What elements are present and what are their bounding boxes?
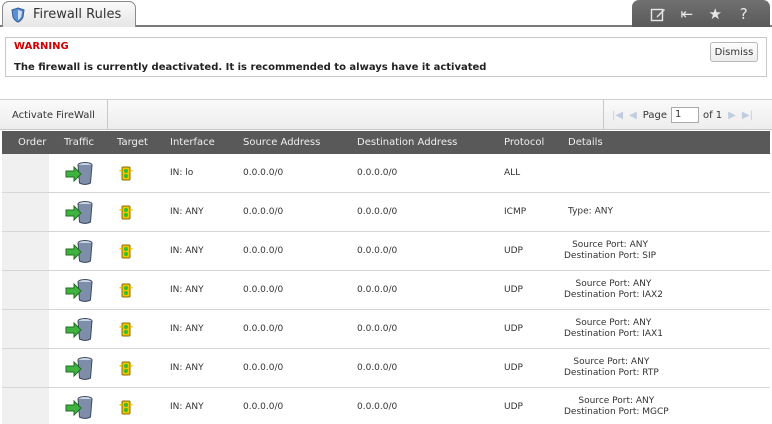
table-row[interactable]: IN: ANY 0.0.0.0/0 0.0.0.0/0 UDP Source P… <box>2 349 770 388</box>
protocol-cell: ALL <box>504 168 521 178</box>
last-page-icon[interactable]: ▶| <box>742 110 753 121</box>
order-cell <box>2 154 49 192</box>
traffic-in-icon <box>65 396 93 419</box>
page-label: Page <box>642 109 667 121</box>
traffic-in-icon <box>65 318 93 341</box>
traffic-in-icon <box>65 201 93 224</box>
interface-cell: IN: ANY <box>170 324 204 334</box>
col-details[interactable]: Details <box>568 137 603 148</box>
protocol-cell: ICMP <box>504 207 527 217</box>
accept-target-icon <box>119 322 133 337</box>
accept-target-icon <box>119 166 133 181</box>
table-row[interactable]: IN: ANY 0.0.0.0/0 0.0.0.0/0 UDP Source P… <box>2 232 770 271</box>
protocol-cell: UDP <box>504 285 523 295</box>
title-bar: Firewall Rules ⇤ ★ ? <box>0 0 772 28</box>
details-cell: Source Port: ANY Destination Port: MGCP <box>564 396 669 417</box>
order-cell <box>2 193 49 231</box>
interface-cell: IN: ANY <box>170 285 204 295</box>
order-cell <box>2 388 49 424</box>
protocol-cell: UDP <box>504 324 523 334</box>
order-cell <box>2 349 49 387</box>
destination-cell: 0.0.0.0/0 <box>357 168 398 178</box>
dismiss-button[interactable]: Dismiss <box>710 42 758 62</box>
col-interface[interactable]: Interface <box>170 137 215 148</box>
traffic-in-icon <box>65 240 93 263</box>
traffic-in-icon <box>65 279 93 302</box>
table-header: Order Traffic Target Interface Source Ad… <box>2 131 770 154</box>
table-row[interactable]: IN: lo 0.0.0.0/0 0.0.0.0/0 ALL <box>2 154 770 193</box>
rules-table-body: IN: lo 0.0.0.0/0 0.0.0.0/0 ALL IN: ANY 0… <box>2 154 770 424</box>
destination-cell: 0.0.0.0/0 <box>357 285 398 295</box>
protocol-cell: UDP <box>504 402 523 412</box>
table-row[interactable]: IN: ANY 0.0.0.0/0 0.0.0.0/0 UDP Source P… <box>2 271 770 310</box>
col-source-address[interactable]: Source Address <box>243 137 320 148</box>
col-traffic[interactable]: Traffic <box>64 137 94 148</box>
col-target[interactable]: Target <box>117 137 148 148</box>
accept-target-icon <box>119 205 133 220</box>
protocol-cell: UDP <box>504 246 523 256</box>
details-cell: Source Port: ANY Destination Port: IAX2 <box>564 279 663 300</box>
control-bar: Activate FireWall |◀ ◀ Page 1 of 1 ▶ ▶| <box>0 99 772 130</box>
details-cell: Type: ANY <box>568 206 613 217</box>
window-toolbar: ⇤ ★ ? <box>632 0 770 27</box>
accept-target-icon <box>119 400 133 415</box>
window-tab: Firewall Rules <box>2 1 136 27</box>
collapse-icon[interactable]: ⇤ <box>677 4 697 24</box>
source-cell: 0.0.0.0/0 <box>243 363 284 373</box>
activate-firewall-button[interactable]: Activate FireWall <box>2 100 108 130</box>
details-cell: Source Port: ANY Destination Port: SIP <box>564 240 657 261</box>
traffic-in-icon <box>65 162 93 185</box>
accept-target-icon <box>119 361 133 376</box>
traffic-in-icon <box>65 357 93 380</box>
page-input[interactable]: 1 <box>670 107 699 123</box>
protocol-cell: UDP <box>504 363 523 373</box>
interface-cell: IN: ANY <box>170 402 204 412</box>
order-cell <box>2 310 49 348</box>
edit-icon[interactable] <box>648 4 668 24</box>
prev-page-icon[interactable]: ◀ <box>629 110 637 121</box>
shield-icon <box>11 6 25 23</box>
source-cell: 0.0.0.0/0 <box>243 285 284 295</box>
pager: |◀ ◀ Page 1 of 1 ▶ ▶| <box>603 100 772 130</box>
col-protocol[interactable]: Protocol <box>504 137 544 148</box>
page-count: of 1 <box>702 109 723 121</box>
interface-cell: IN: ANY <box>170 207 204 217</box>
interface-cell: IN: lo <box>170 168 194 178</box>
destination-cell: 0.0.0.0/0 <box>357 402 398 412</box>
table-row[interactable]: IN: ANY 0.0.0.0/0 0.0.0.0/0 UDP Source P… <box>2 310 770 349</box>
next-page-icon[interactable]: ▶ <box>728 110 736 121</box>
help-icon[interactable]: ? <box>734 4 754 24</box>
source-cell: 0.0.0.0/0 <box>243 402 284 412</box>
window-title: Firewall Rules <box>33 7 122 22</box>
interface-cell: IN: ANY <box>170 363 204 373</box>
warning-banner: WARNING The firewall is currently deacti… <box>5 37 767 77</box>
source-cell: 0.0.0.0/0 <box>243 168 284 178</box>
accept-target-icon <box>119 244 133 259</box>
destination-cell: 0.0.0.0/0 <box>357 363 398 373</box>
destination-cell: 0.0.0.0/0 <box>357 324 398 334</box>
source-cell: 0.0.0.0/0 <box>243 207 284 217</box>
source-cell: 0.0.0.0/0 <box>243 324 284 334</box>
details-cell: Source Port: ANY Destination Port: RTP <box>564 357 659 378</box>
col-destination-address[interactable]: Destination Address <box>357 137 457 148</box>
interface-cell: IN: ANY <box>170 246 204 256</box>
order-cell <box>2 232 49 270</box>
warning-title: WARNING <box>14 41 69 52</box>
col-order[interactable]: Order <box>18 137 46 148</box>
order-cell <box>2 271 49 309</box>
first-page-icon[interactable]: |◀ <box>612 110 623 121</box>
accept-target-icon <box>119 283 133 298</box>
destination-cell: 0.0.0.0/0 <box>357 246 398 256</box>
star-icon[interactable]: ★ <box>705 4 725 24</box>
table-row[interactable]: IN: ANY 0.0.0.0/0 0.0.0.0/0 UDP Source P… <box>2 388 770 424</box>
warning-message: The firewall is currently deactivated. I… <box>14 62 487 73</box>
source-cell: 0.0.0.0/0 <box>243 246 284 256</box>
destination-cell: 0.0.0.0/0 <box>357 207 398 217</box>
details-cell: Source Port: ANY Destination Port: IAX1 <box>564 318 663 339</box>
table-row[interactable]: IN: ANY 0.0.0.0/0 0.0.0.0/0 ICMP Type: A… <box>2 193 770 232</box>
